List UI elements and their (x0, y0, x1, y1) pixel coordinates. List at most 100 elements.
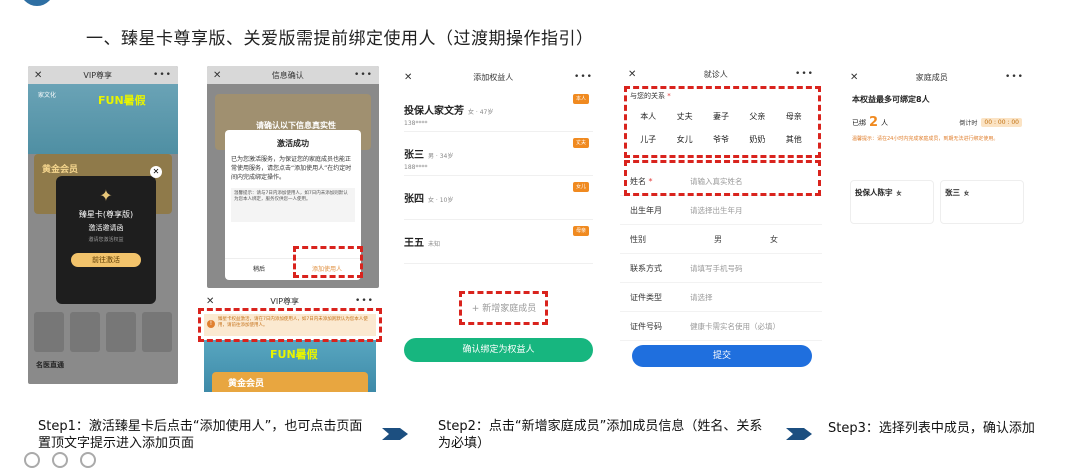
member-name: 投保人家文芳 (404, 106, 464, 117)
toolbar-circle-icon[interactable] (80, 452, 96, 468)
bind-limit-heading: 本权益最多可绑定8人 (852, 95, 930, 104)
dialog-tip: 温馨提示：请与7日内添加使用人，如7日内未添加则默认为您本人绑定，服务仅供您一人… (231, 188, 355, 222)
phone-title-bar: ✕ 信息确认 ••• (207, 66, 379, 84)
dialog-body: 已为您激活服务，为保证您的家庭成员也能正常使用服务，请您点击“添加使用人”在约定… (231, 156, 352, 181)
banner-logo: 家文化 (38, 92, 57, 99)
screenshot-vip-activation: ✕ VIP尊享 ••• 家文化 FUN暑假 黄金会员 ✕ ✦ 臻星卡(尊享版) … (28, 66, 178, 384)
phone-title-bar: ✕ VIP尊享 ••• (28, 66, 178, 84)
phone-title: 家庭成员 (915, 72, 948, 82)
member-card[interactable]: 张三女 (940, 180, 1024, 224)
confirm-bind-button[interactable]: 确认绑定为权益人 (404, 338, 593, 362)
id-type-label: 证件类型 (630, 292, 662, 302)
list-item[interactable]: 王五 未知 母亲 (404, 220, 593, 264)
phone-title: VIP尊享 (270, 296, 300, 306)
later-button[interactable]: 稍后 (225, 259, 293, 280)
page-title: 一、臻星卡尊享版、关爱版需提前绑定使用人（过渡期操作指引） (86, 29, 594, 49)
member-card-label: 黄金会员 (228, 379, 265, 389)
activation-modal: ✕ ✦ 臻星卡(尊享版) 激活邀请函 邀请您激活权益 前往激活 (56, 166, 162, 304)
phone-title-bar: ✕ 家庭成员 ••• (842, 66, 1032, 88)
id-number-label: 证件号码 (630, 321, 662, 331)
member-info: 女 · 10岁 (428, 197, 454, 204)
bound-suffix: 人 (881, 118, 889, 127)
service-grid (34, 312, 172, 352)
list-item[interactable]: 投保人家文芳女 · 47岁 138**** 本人 (404, 88, 593, 132)
close-icon[interactable]: ✕ (628, 69, 636, 80)
highlight-relation (624, 86, 821, 158)
screenshot-add-beneficiary: ✕ 添加权益人 ••• 投保人家文芳女 · 47岁 138**** 本人 张三男… (396, 66, 601, 378)
arrow-icon (382, 428, 408, 440)
modal-subtitle: 激活邀请函 (88, 224, 124, 232)
modal-close-icon[interactable]: ✕ (150, 166, 162, 178)
relation-badge: 母亲 (572, 226, 589, 236)
bound-prefix: 已绑 (852, 118, 866, 127)
gender-label: 性别 (630, 234, 646, 244)
member-info: 女 · 47岁 (468, 109, 494, 116)
member-cards: 投保人陈宇女 张三女 (850, 180, 1024, 224)
step1-caption: Step1：激活臻星卡后点击“添加使用人”，也可点击页面置顶文字提示进入添加页面 (38, 419, 363, 451)
bottom-toolbar (0, 452, 1080, 468)
close-icon[interactable]: ✕ (34, 70, 42, 81)
step3-caption: Step3：选择列表中成员，确认添加 (828, 421, 1035, 436)
more-icon[interactable]: ••• (355, 296, 374, 306)
id-number-field[interactable]: 证件号码 健康卡需实名使用（必填） (620, 312, 822, 341)
id-type-field[interactable]: 证件类型 请选择 (620, 283, 822, 312)
list-item[interactable]: 张四女 · 10岁 女儿 (404, 176, 593, 220)
bound-count-row: 已绑 2 人 倒计时 00 : 00 : 00 (852, 115, 1022, 130)
more-icon[interactable]: ••• (354, 70, 373, 80)
member-phone: 138**** (404, 120, 428, 127)
birth-label: 出生年月 (630, 205, 662, 215)
member-name: 王五 (404, 238, 424, 249)
banner-fun-text: FUN暑假 (98, 94, 146, 107)
more-icon[interactable]: ••• (574, 72, 593, 82)
toolbar-circle-icon[interactable] (24, 452, 40, 468)
member-phone: 188**** (404, 164, 428, 171)
birth-field[interactable]: 出生年月 请选择出生年月 (620, 196, 822, 225)
go-activate-button[interactable]: 前往激活 (71, 253, 141, 267)
member-name: 投保人陈宇 (855, 188, 893, 197)
contact-label: 联系方式 (630, 263, 662, 273)
toolbar-circle-icon[interactable] (52, 452, 68, 468)
more-icon[interactable]: ••• (153, 70, 172, 80)
member-name: 张三 (945, 188, 960, 197)
highlight-name (624, 160, 821, 196)
more-icon[interactable]: ••• (1005, 72, 1024, 82)
member-gender: 女 (896, 191, 902, 197)
close-icon[interactable]: ✕ (213, 70, 221, 81)
member-card-label: 黄金会员 (42, 165, 79, 175)
logo-mark (20, 0, 54, 6)
member-card[interactable]: 投保人陈宇女 (850, 180, 934, 224)
highlight-add-member (459, 291, 548, 325)
countdown-timer: 00 : 00 : 00 (981, 118, 1022, 127)
id-number-input[interactable]: 健康卡需实名使用（必填） (690, 321, 780, 332)
highlight-top-notice (198, 308, 382, 342)
contact-field[interactable]: 联系方式 请填写手机号码 (620, 254, 822, 283)
submit-button[interactable]: 提交 (632, 345, 812, 367)
member-name: 张三 (404, 150, 424, 161)
relation-badge: 丈夫 (572, 138, 589, 148)
modal-title: 臻星卡(尊享版) (78, 210, 134, 219)
birth-input[interactable]: 请选择出生年月 (690, 205, 743, 216)
banner-fun-text: FUN暑假 (270, 348, 318, 361)
phone-title-bar: ✕ 添加权益人 ••• (396, 66, 601, 88)
modal-note: 邀请您激活权益 (88, 237, 124, 243)
close-icon[interactable]: ✕ (850, 72, 858, 83)
close-icon[interactable]: ✕ (404, 72, 412, 83)
contact-input[interactable]: 请填写手机号码 (690, 263, 743, 274)
gender-male-option[interactable]: 男 (690, 234, 746, 245)
highlight-add-user (293, 246, 363, 278)
more-icon[interactable]: ••• (795, 69, 814, 79)
gender-field: 性别 男 女 (620, 225, 822, 254)
countdown-label: 倒计时 (959, 120, 978, 127)
list-item[interactable]: 张三男 · 34岁 188**** 丈夫 (404, 132, 593, 176)
id-type-select[interactable]: 请选择 (690, 292, 713, 303)
warm-tip: 温馨提示：请在24小时内完成家庭成员，到期无法进行绑定使用。 (852, 136, 999, 142)
member-card: 黄金会员 (212, 372, 368, 392)
close-icon[interactable]: ✕ (206, 296, 214, 307)
phone-title: 信息确认 (271, 70, 304, 80)
dialog-title: 激活成功 (277, 139, 309, 148)
phone-title: 添加权益人 (473, 72, 514, 82)
screenshot-vip-notice: ✕ VIP尊享 ••• ! 臻星卡权益激活，请在7日内添加使用人，如7日内未添加… (200, 292, 380, 392)
gender-female-option[interactable]: 女 (746, 234, 802, 245)
arrow-icon (786, 428, 812, 440)
promo-banner: 家文化 FUN暑假 (28, 84, 178, 154)
